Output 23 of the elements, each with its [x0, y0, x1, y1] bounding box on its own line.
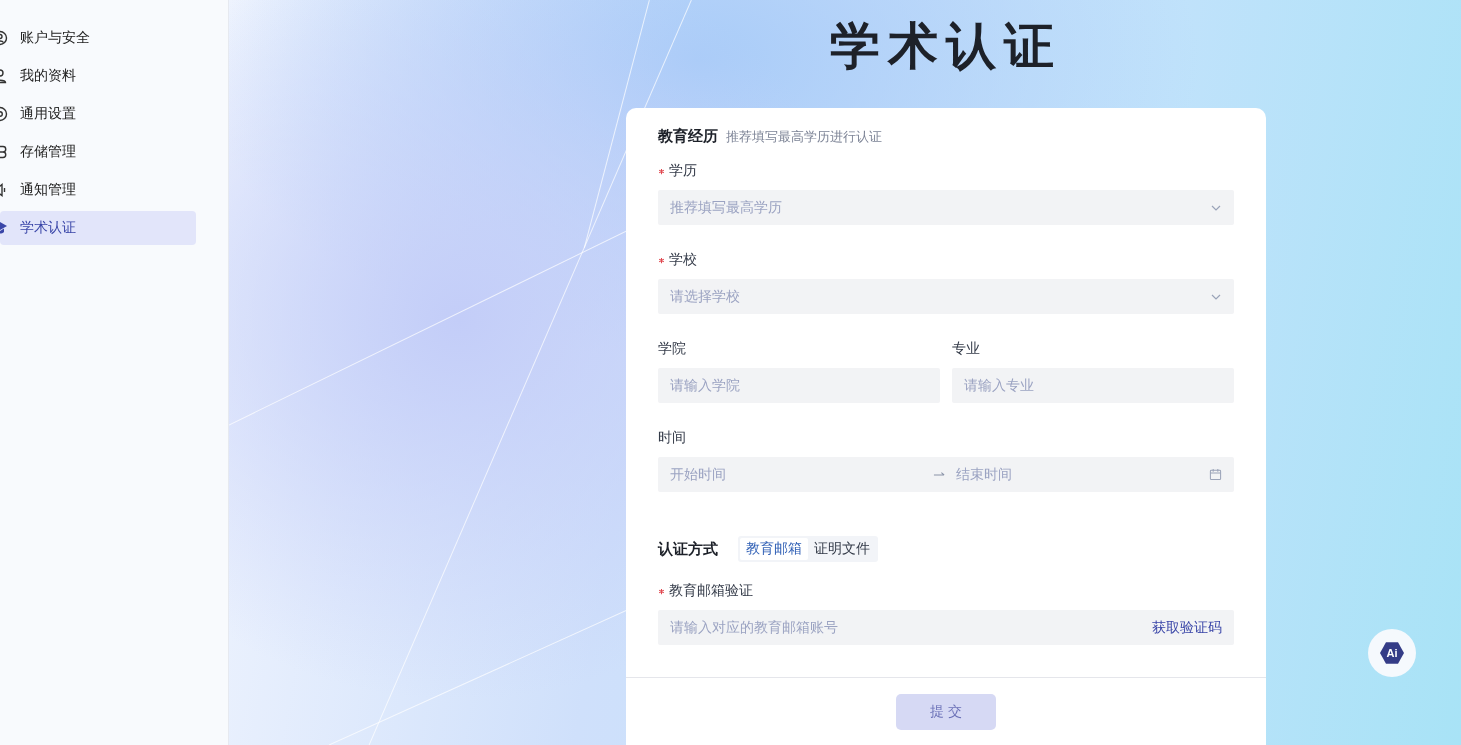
calendar-icon — [1209, 468, 1222, 481]
sidebar-item[interactable]: 通知管理 — [0, 173, 196, 207]
ai-assistant-button[interactable]: Ai — [1368, 629, 1416, 677]
section-hint: 推荐填写最高学历进行认证 — [726, 129, 882, 144]
page-title: 学术认证 — [830, 16, 1062, 77]
sidebar-item[interactable]: 存储管理 — [0, 135, 196, 169]
field-label: 学历 — [669, 162, 697, 180]
get-code-link[interactable]: 获取验证码 — [1152, 618, 1222, 637]
sidebar-item[interactable]: 通用设置 — [0, 97, 196, 131]
field-label: 学校 — [669, 251, 697, 269]
email-field[interactable]: 请输入对应的教育邮箱账号 获取验证码 — [658, 610, 1234, 645]
sidebar-item[interactable]: 账户与安全 — [0, 21, 196, 55]
sidebar-item[interactable]: 学术认证 — [0, 211, 196, 245]
arrow-right-icon — [933, 470, 946, 479]
sidebar-item[interactable]: 我的资料 — [0, 59, 196, 93]
method-tab[interactable]: 教育邮箱 — [740, 538, 808, 560]
field-label: 教育邮箱验证 — [669, 582, 753, 600]
section-title: 认证方式 — [658, 539, 718, 559]
field-label: 时间 — [658, 429, 686, 447]
section-title: 教育经历 — [658, 127, 718, 145]
field-label: 学院 — [658, 340, 686, 358]
method-tab[interactable]: 证明文件 — [808, 538, 876, 560]
field-label: 专业 — [952, 340, 980, 358]
